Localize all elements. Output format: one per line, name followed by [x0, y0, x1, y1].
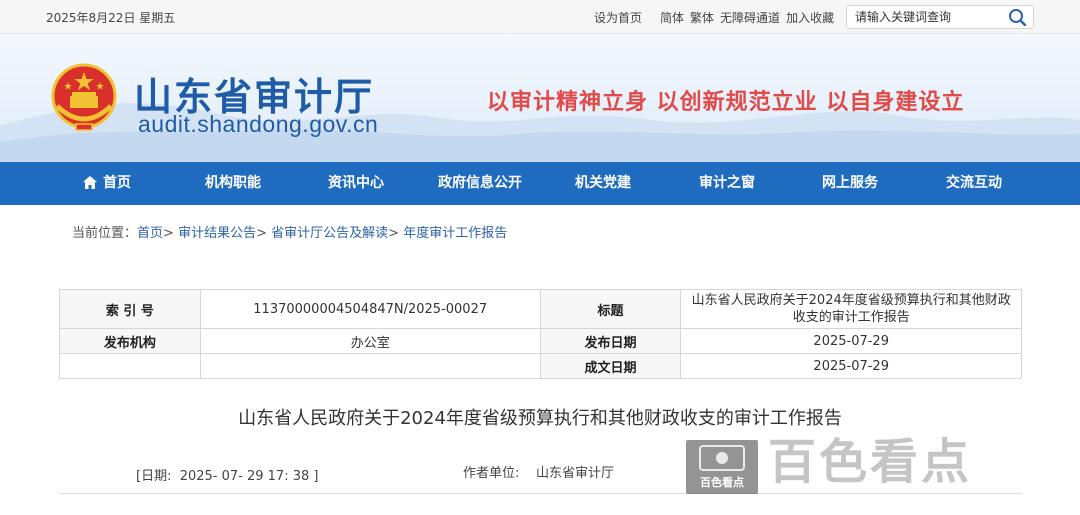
table-row: 索 引 号 11370000004504847N/2025-00027 标题 山…: [59, 289, 1022, 329]
nav-item-home[interactable]: 首页: [62, 162, 152, 205]
nav-item-gov-info[interactable]: 政府信息公开: [427, 162, 533, 205]
index-value: 11370000004504847N/2025-00027: [199, 289, 541, 329]
traditional-chinese-link[interactable]: 繁体: [690, 11, 714, 25]
divider: [59, 493, 1022, 494]
watermark-badge: 百色看点: [686, 440, 758, 494]
breadcrumb-separator: >: [388, 226, 400, 241]
document-meta-table: 索 引 号 11370000004504847N/2025-00027 标题 山…: [59, 289, 1022, 379]
watermark-text: 百色看点: [768, 434, 973, 490]
publisher-label: 发布机构: [59, 328, 201, 354]
publish-date-label: 发布日期: [539, 328, 682, 354]
table-row: 发布机构 办公室 发布日期 2025-07-29: [59, 328, 1022, 354]
breadcrumb-separator: >: [163, 226, 174, 241]
breadcrumb-link-announcements[interactable]: 省审计厅公告及解读: [271, 226, 388, 241]
watermark-logo-icon: [699, 445, 745, 471]
search-box: [846, 5, 1034, 29]
top-bar: 2025年8月22日 星期五 设为首页 简体 繁体 无障碍通道 加入收藏: [0, 0, 1080, 34]
nav-item-online-service[interactable]: 网上服务: [805, 162, 895, 205]
watermark-small-text: 百色看点: [700, 476, 744, 489]
index-label: 索 引 号: [59, 289, 201, 329]
table-row: 成文日期 2025-07-29: [59, 353, 1022, 379]
created-date-label: 成文日期: [539, 353, 682, 379]
nav-item-news[interactable]: 资讯中心: [311, 162, 401, 205]
nav-item-audit-window[interactable]: 审计之窗: [682, 162, 772, 205]
empty-cell: [199, 353, 541, 379]
search-input[interactable]: [847, 6, 1005, 28]
nav-label: 首页: [103, 175, 131, 191]
main-nav: 首页 机构职能 资讯中心 政府信息公开 机关党建 审计之窗 网上服务 交流互动: [0, 162, 1080, 205]
nav-item-party-building[interactable]: 机关党建: [558, 162, 648, 205]
author-value: 山东省审计厅: [536, 466, 615, 481]
title-label: 标题: [539, 289, 682, 329]
empty-cell: [59, 353, 201, 379]
home-icon: [83, 176, 97, 189]
current-date: 2025年8月22日 星期五: [46, 11, 176, 25]
slogan: 以审计精神立身 以创新规范立业 以自身建设立: [487, 89, 965, 115]
nav-item-organization[interactable]: 机构职能: [188, 162, 278, 205]
title-value: 山东省人民政府关于2024年度省级预算执行和其他财政收支的审计工作报告: [680, 289, 1022, 329]
search-icon[interactable]: [1007, 8, 1029, 27]
publish-date-value: 2025-07-29: [680, 328, 1022, 354]
nav-item-interaction[interactable]: 交流互动: [929, 162, 1019, 205]
author-label: 作者单位:: [463, 466, 520, 481]
national-emblem-icon: [50, 62, 118, 134]
simplified-chinese-link[interactable]: 简体: [660, 11, 684, 25]
accessibility-link[interactable]: 无障碍通道: [720, 11, 780, 25]
publisher-value: 办公室: [199, 328, 541, 354]
breadcrumb-prefix: 当前位置：: [72, 226, 138, 241]
top-links: 设为首页 简体 繁体 无障碍通道 加入收藏: [594, 9, 834, 26]
breadcrumb: 当前位置：首页> 审计结果公告> 省审计厅公告及解读> 年度审计工作报告: [72, 222, 507, 241]
set-homepage-link[interactable]: 设为首页: [594, 11, 642, 25]
created-date-value: 2025-07-29: [680, 353, 1022, 379]
breadcrumb-link-annual-report[interactable]: 年度审计工作报告: [403, 226, 507, 241]
document-date: [日期: 2025- 07- 29 17: 38 ]: [136, 469, 319, 484]
site-domain: audit.shandong.gov.cn: [138, 111, 379, 137]
breadcrumb-link-home[interactable]: 首页: [137, 226, 163, 241]
add-favorite-link[interactable]: 加入收藏: [786, 11, 834, 25]
breadcrumb-link-audit-results[interactable]: 审计结果公告: [178, 226, 256, 241]
breadcrumb-separator: >: [256, 226, 267, 241]
site-header: 山东省审计厅 audit.shandong.gov.cn 以审计精神立身 以创新…: [0, 34, 1080, 162]
